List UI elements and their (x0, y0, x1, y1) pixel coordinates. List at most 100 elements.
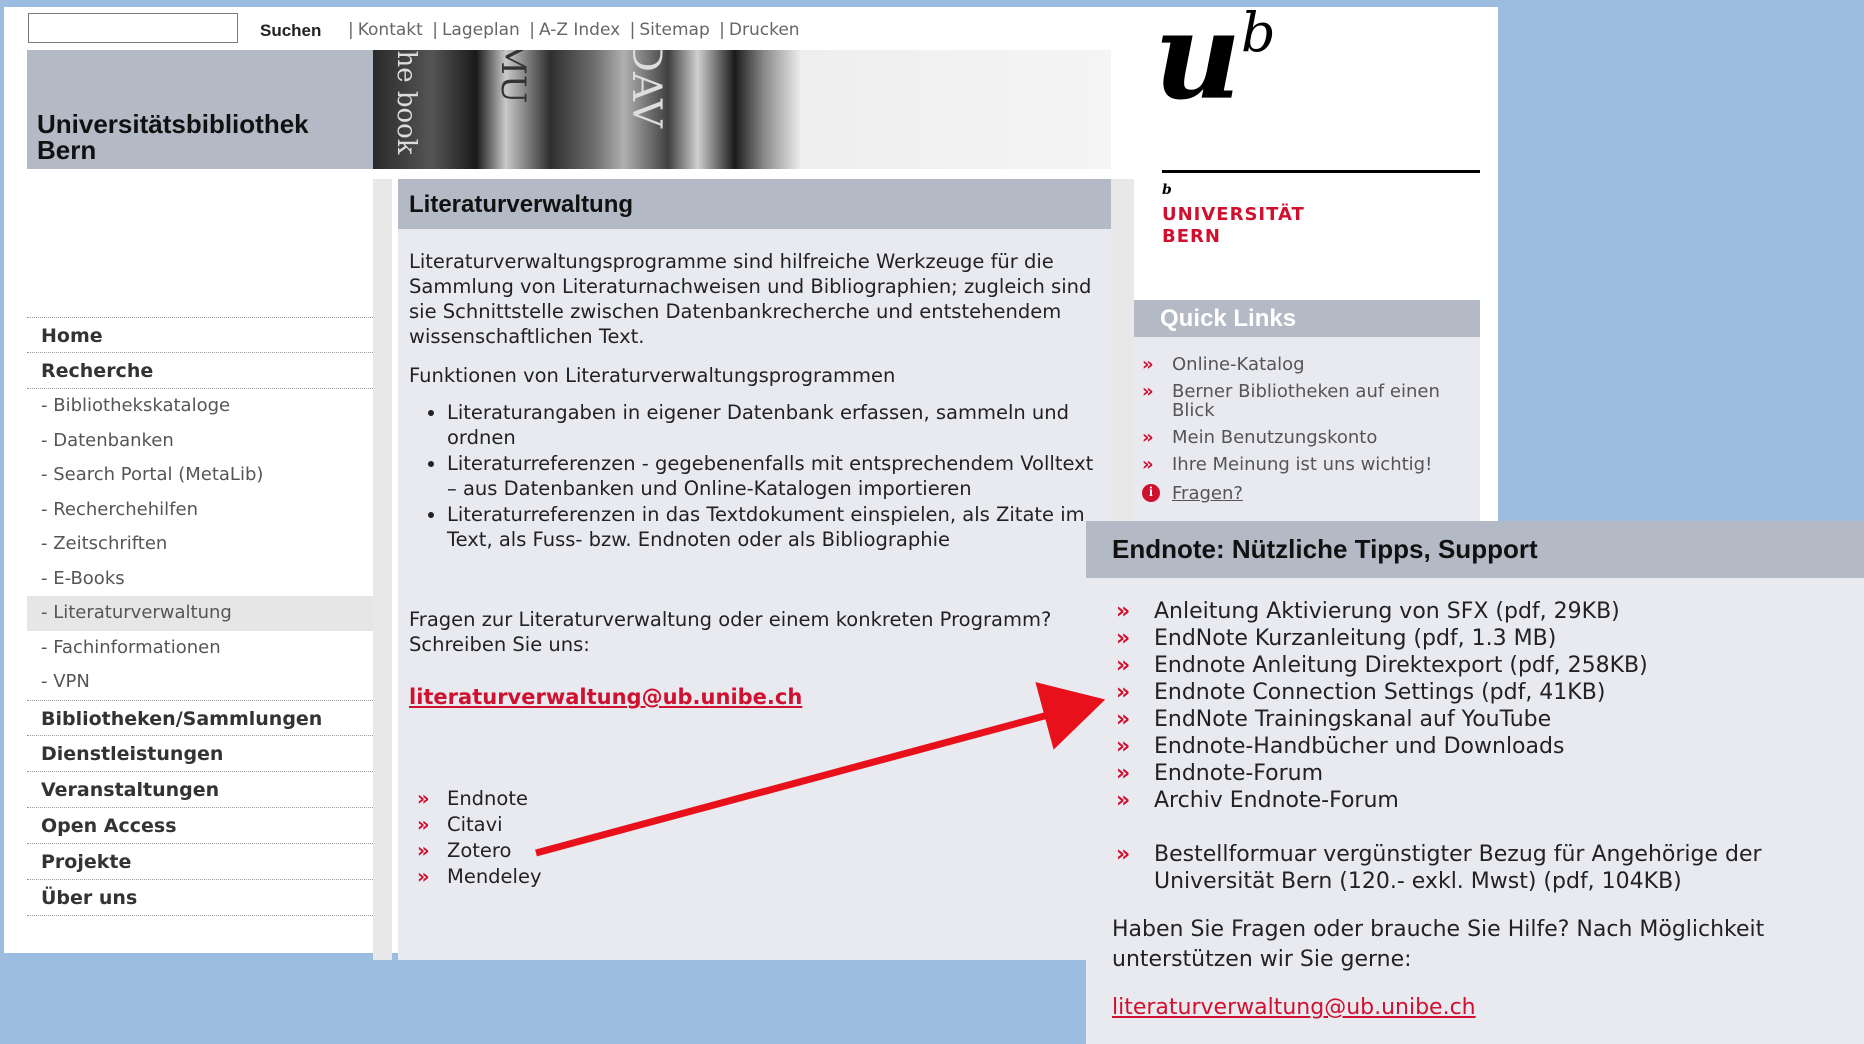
program-link-citavi[interactable]: Citavi (447, 813, 503, 836)
sidebar-item-dienstleistungen[interactable]: Dienstleistungen (27, 736, 377, 772)
link-lageplan[interactable]: Lageplan (442, 20, 520, 40)
sidebar-item-bibliotheken[interactable]: Bibliotheken/Sammlungen (27, 699, 377, 736)
functions-heading: Funktionen von Literaturverwaltungsprogr… (409, 364, 896, 387)
page-title: Literaturverwaltung (398, 179, 1111, 229)
sidebar-item-datenbanken[interactable]: - Datenbanken (27, 424, 377, 459)
list-item[interactable]: » EndNote Kurzanleitung (pdf, 1.3 MB) (1116, 625, 1864, 652)
double-chevron-icon: » (1116, 842, 1131, 867)
email-link[interactable]: literaturverwaltung@ub.unibe.ch (409, 685, 802, 709)
double-chevron-icon: » (417, 865, 430, 888)
functions-list: Literaturangaben in eigener Datenbank er… (409, 400, 1099, 552)
list-item: Literaturangaben in eigener Datenbank er… (447, 400, 1099, 450)
list-item[interactable]: » Online-Katalog (1142, 355, 1480, 374)
program-link-endnote[interactable]: Endnote (447, 787, 528, 810)
double-chevron-icon: » (1142, 427, 1154, 448)
sidebar-item-fachinformationen[interactable]: - Fachinformationen (27, 631, 377, 666)
endnote-link-sfx[interactable]: Anleitung Aktivierung von SFX (pdf, 29KB… (1154, 598, 1620, 625)
list-item[interactable]: » Endnote-Forum (1116, 760, 1864, 787)
column-divider (373, 179, 392, 960)
quick-links-list: » Online-Katalog » Berner Bibliotheken auf… (1134, 355, 1480, 503)
search-button[interactable]: Suchen (260, 21, 321, 41)
search-input[interactable] (28, 13, 238, 43)
endnote-link-direktexport[interactable]: Endnote Anleitung Direktexport (pdf, 258… (1154, 652, 1648, 679)
sidebar-item-zeitschriften[interactable]: - Zeitschriften (27, 527, 377, 562)
spacer (1116, 814, 1864, 841)
list-item: Literaturreferenzen in das Textdokument … (447, 502, 1099, 552)
list-item[interactable]: » Endnote Connection Settings (pdf, 41KB) (1116, 679, 1864, 706)
sidebar-item-bibliothekskataloge[interactable]: - Bibliothekskataloge (27, 389, 377, 424)
endnote-link-handbuecher[interactable]: Endnote-Handbücher und Downloads (1154, 733, 1564, 760)
contact-text: Fragen zur Literaturverwaltung oder eine… (409, 608, 1052, 656)
endnote-link-forum[interactable]: Endnote-Forum (1154, 760, 1323, 787)
endnote-link-archiv-forum[interactable]: Archiv Endnote-Forum (1154, 787, 1399, 814)
header-books-image: the book MU DAV (373, 50, 1111, 169)
list-item[interactable]: » Berner Bibliotheken auf einen Blick (1142, 382, 1480, 420)
list-item[interactable]: » EndNote Trainingskanal auf YouTube (1116, 706, 1864, 733)
list-item[interactable]: » Citavi (409, 812, 1099, 837)
double-chevron-icon: » (1142, 454, 1154, 475)
quick-links-panel: Quick Links » Online-Katalog » Berner Bibl… (1134, 300, 1480, 530)
list-item[interactable]: » Endnote Anleitung Direktexport (pdf, 25… (1116, 652, 1864, 679)
list-item[interactable]: » Anleitung Aktivierung von SFX (pdf, 29K… (1116, 598, 1864, 625)
sidebar-item-projekte[interactable]: Projekte (27, 844, 377, 880)
list-item[interactable]: » Bestellformuar vergünstigter Bezug für … (1116, 841, 1864, 895)
double-chevron-icon: » (1116, 680, 1131, 705)
double-chevron-icon: » (417, 839, 430, 862)
list-item[interactable]: » Mendeley (409, 864, 1099, 889)
endnote-link-youtube[interactable]: EndNote Trainingskanal auf YouTube (1154, 706, 1551, 733)
double-chevron-icon: » (417, 787, 430, 810)
link-sitemap[interactable]: Sitemap (639, 20, 709, 40)
program-link-mendeley[interactable]: Mendeley (447, 865, 542, 888)
double-chevron-icon: » (1116, 761, 1131, 786)
sidebar-item-recherchehilfen[interactable]: - Recherchehilfen (27, 493, 377, 528)
support-email-link[interactable]: literaturverwaltung@ub.unibe.ch (1112, 995, 1864, 1020)
university-logo-b: b (1241, 1, 1276, 64)
sidebar-item-recherche[interactable]: Recherche (27, 353, 377, 389)
list-item[interactable]: » Archiv Endnote-Forum (1116, 787, 1864, 814)
sidebar-nav: Home Recherche - Bibliothekskataloge - D… (27, 317, 377, 916)
double-chevron-icon: » (1116, 626, 1131, 651)
program-link-zotero[interactable]: Zotero (447, 839, 511, 862)
list-item[interactable]: » Endnote-Handbücher und Downloads (1116, 733, 1864, 760)
quick-links-title: Quick Links (1134, 300, 1480, 337)
double-chevron-icon: » (1116, 707, 1131, 732)
sidebar-item-ueber-uns[interactable]: Über uns (27, 880, 377, 916)
list-item: Literaturreferenzen - gegebenenfalls mit… (447, 451, 1099, 501)
list-item[interactable]: » Zotero (409, 838, 1099, 863)
link-az-index[interactable]: A-Z Index (539, 20, 620, 40)
endnote-link-kurzanleitung[interactable]: EndNote Kurzanleitung (pdf, 1.3 MB) (1154, 625, 1556, 652)
quick-link-online-katalog[interactable]: Online-Katalog (1172, 355, 1305, 374)
double-chevron-icon: » (1116, 788, 1131, 813)
sidebar-item-vpn[interactable]: - VPN (27, 665, 377, 700)
link-drucken[interactable]: Drucken (729, 20, 800, 40)
program-list: » Endnote » Citavi » Zotero » Mendeley (409, 786, 1099, 889)
sidebar-item-home[interactable]: Home (27, 317, 377, 353)
fragen-link[interactable]: Fragen? (1172, 484, 1243, 503)
link-kontakt[interactable]: Kontakt (358, 20, 423, 40)
help-text: Haben Sie Fragen oder brauche Sie Hilfe?… (1112, 917, 1765, 972)
endnote-links-list: » Anleitung Aktivierung von SFX (pdf, 29K… (1086, 598, 1864, 895)
list-item[interactable]: » Ihre Meinung ist uns wichtig! (1142, 455, 1480, 474)
sidebar-item-literaturverwaltung[interactable]: - Literaturverwaltung (27, 596, 377, 631)
site-header: Universitätsbibliothek Bern (27, 50, 373, 169)
double-chevron-icon: » (1116, 734, 1131, 759)
quick-link-meinung[interactable]: Ihre Meinung ist uns wichtig! (1172, 455, 1432, 474)
sidebar-item-veranstaltungen[interactable]: Veranstaltungen (27, 772, 377, 808)
list-item[interactable]: » Endnote (409, 786, 1099, 811)
endnote-link-connection-settings[interactable]: Endnote Connection Settings (pdf, 41KB) (1154, 679, 1605, 706)
quick-link-berner-bibliotheken[interactable]: Berner Bibliotheken auf einen Blick (1172, 382, 1480, 420)
double-chevron-icon: » (1142, 354, 1154, 375)
quick-link-benutzungskonto[interactable]: Mein Benutzungskonto (1172, 428, 1377, 447)
double-chevron-icon: » (1142, 381, 1154, 402)
site-title[interactable]: Universitätsbibliothek Bern (37, 111, 357, 163)
sidebar-item-ebooks[interactable]: - E-Books (27, 562, 377, 597)
sidebar-item-search-portal[interactable]: - Search Portal (MetaLib) (27, 458, 377, 493)
list-item[interactable]: » Mein Benutzungskonto (1142, 428, 1480, 447)
endnote-link-bestellformular[interactable]: Bestellformuar vergünstigter Bezug für A… (1154, 841, 1864, 895)
sidebar-item-open-access[interactable]: Open Access (27, 808, 377, 844)
double-chevron-icon: » (1116, 599, 1131, 624)
university-name[interactable]: UNIVERSITÄT BERN (1162, 204, 1305, 248)
list-item[interactable]: i Fragen? (1142, 484, 1480, 503)
intro-paragraph: Literaturverwaltungsprogramme sind hilfr… (409, 250, 1092, 348)
panel-title: Endnote: Nützliche Tipps, Support (1086, 521, 1864, 578)
